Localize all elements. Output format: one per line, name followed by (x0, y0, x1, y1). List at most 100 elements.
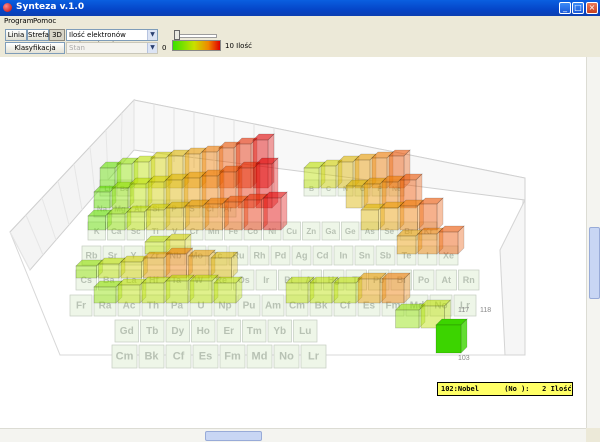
value-bar (320, 165, 337, 189)
legend-min-label: 0 (162, 44, 167, 52)
mode-3d-button[interactable]: 3D (49, 29, 65, 41)
element-symbol: Ir (263, 275, 270, 285)
chevron-down-icon: ▼ (147, 43, 157, 53)
value-bar (309, 282, 333, 304)
value-bar (107, 213, 126, 231)
value-bar (243, 199, 262, 231)
element-symbol: Tb (146, 326, 158, 337)
value-bar (360, 209, 379, 231)
value-bar (93, 191, 111, 209)
value-bar (126, 211, 145, 231)
element-symbol: Pu (243, 301, 256, 312)
value-bar (141, 282, 165, 304)
legend-max-value: 10 (225, 42, 234, 50)
element-symbol: Cu (286, 227, 297, 236)
value-bar (185, 205, 204, 231)
element-symbol: Ag (296, 251, 308, 261)
value-bar (419, 203, 438, 231)
minimize-button[interactable]: _ (559, 2, 571, 14)
maximize-button[interactable]: □ (572, 2, 584, 14)
element-symbol: Tm (247, 326, 262, 337)
element-symbol: Dy (171, 326, 184, 337)
value-bar (224, 201, 243, 231)
value-bar (117, 284, 141, 304)
app-icon (3, 3, 12, 12)
value-bar-side (436, 197, 444, 231)
element-symbol: Zn (306, 227, 316, 236)
element-symbol: Fr (76, 301, 86, 312)
element-symbol: Sn (359, 251, 371, 261)
mode-zone-button[interactable]: Strefa (27, 29, 49, 41)
value-bar (357, 278, 381, 304)
secondary-select-value: Stan (69, 44, 85, 52)
element-symbol: Es (199, 351, 212, 363)
value-bar (345, 185, 363, 209)
value-bar (165, 280, 189, 304)
element-symbol: Cm (116, 351, 134, 363)
element-number: 118 (480, 307, 491, 314)
menu-program[interactable]: Program (4, 17, 34, 25)
legend-max-label: 10 Ilość (225, 42, 252, 50)
element-number: 117 (458, 307, 469, 314)
selected-element-bar (435, 324, 462, 354)
element-symbol: Bk (144, 351, 159, 363)
element-symbol: Po (418, 275, 430, 285)
value-bar (333, 282, 357, 304)
value-bar (165, 207, 184, 231)
element-symbol: Ga (325, 227, 336, 236)
element-symbol: Am (265, 301, 281, 312)
element-symbol: In (340, 251, 348, 261)
value-bar (417, 233, 438, 255)
color-scale-legend (172, 40, 221, 51)
element-symbol: Er (223, 326, 234, 337)
element-symbol: Yb (273, 326, 286, 337)
element-symbol: Rh (254, 251, 266, 261)
value-bar (75, 265, 97, 279)
element-info-tooltip: 102:Nobel (No ): 2 Ilość (437, 382, 573, 396)
element-symbol: Sb (380, 251, 392, 261)
right-wall (499, 199, 526, 356)
property-select[interactable]: Ilość elektronów walencyjnych ▼ (66, 29, 158, 49)
element-symbol: Cd (317, 251, 329, 261)
periodic-3d-scene[interactable]: LiBeBCNOFNeNaMgAlSiPSClArKCaScTiVCrMnFeC… (0, 57, 586, 428)
value-bar (399, 205, 418, 231)
element-symbol: Ho (197, 326, 210, 337)
value-bar (438, 231, 459, 255)
menu-pomoc[interactable]: Pomoc (33, 17, 56, 25)
selected-element-bar-side (460, 318, 468, 354)
horizontal-scrollbar[interactable] (0, 428, 586, 442)
value-bar (99, 167, 116, 189)
element-symbol: Ge (345, 227, 356, 236)
value-bar (146, 209, 165, 231)
element-symbol: Rb (86, 251, 98, 261)
value-bar (213, 282, 237, 304)
legend-unit: Ilość (236, 42, 252, 50)
close-button[interactable]: × (586, 2, 598, 14)
element-symbol: Gd (120, 326, 134, 337)
window-title: Synteza v.1.0 (16, 2, 85, 12)
value-bar (111, 187, 129, 209)
vertical-scrollbar[interactable] (586, 57, 600, 428)
menu-bar: Program Pomoc (0, 16, 600, 27)
secondary-select: Stan ▼ (66, 42, 158, 54)
threshold-slider-track[interactable] (175, 34, 217, 38)
element-number: 103 (458, 355, 470, 362)
mode-line-button[interactable]: Linia (5, 29, 27, 41)
3d-view-canvas[interactable]: LiBeBCNOFNeNaMgAlSiPSClArKCaScTiVCrMnFeC… (0, 57, 586, 428)
element-symbol: Fm (224, 351, 241, 363)
value-bar (189, 280, 213, 304)
horizontal-scroll-thumb[interactable] (205, 431, 262, 441)
value-bar (87, 215, 106, 231)
value-bar (120, 261, 142, 279)
value-bar (396, 235, 417, 255)
classify-button[interactable]: Klasyfikacja (5, 42, 65, 54)
value-bar (98, 263, 120, 279)
chevron-down-icon[interactable]: ▼ (147, 30, 157, 40)
title-bar: Synteza v.1.0 _ □ × (0, 0, 600, 16)
vertical-scroll-thumb[interactable] (589, 227, 600, 299)
element-symbol: Lr (308, 351, 320, 363)
threshold-slider-thumb[interactable] (174, 30, 180, 40)
element-symbol: Lu (299, 326, 311, 337)
value-bar (204, 203, 223, 231)
value-bar (380, 207, 399, 231)
